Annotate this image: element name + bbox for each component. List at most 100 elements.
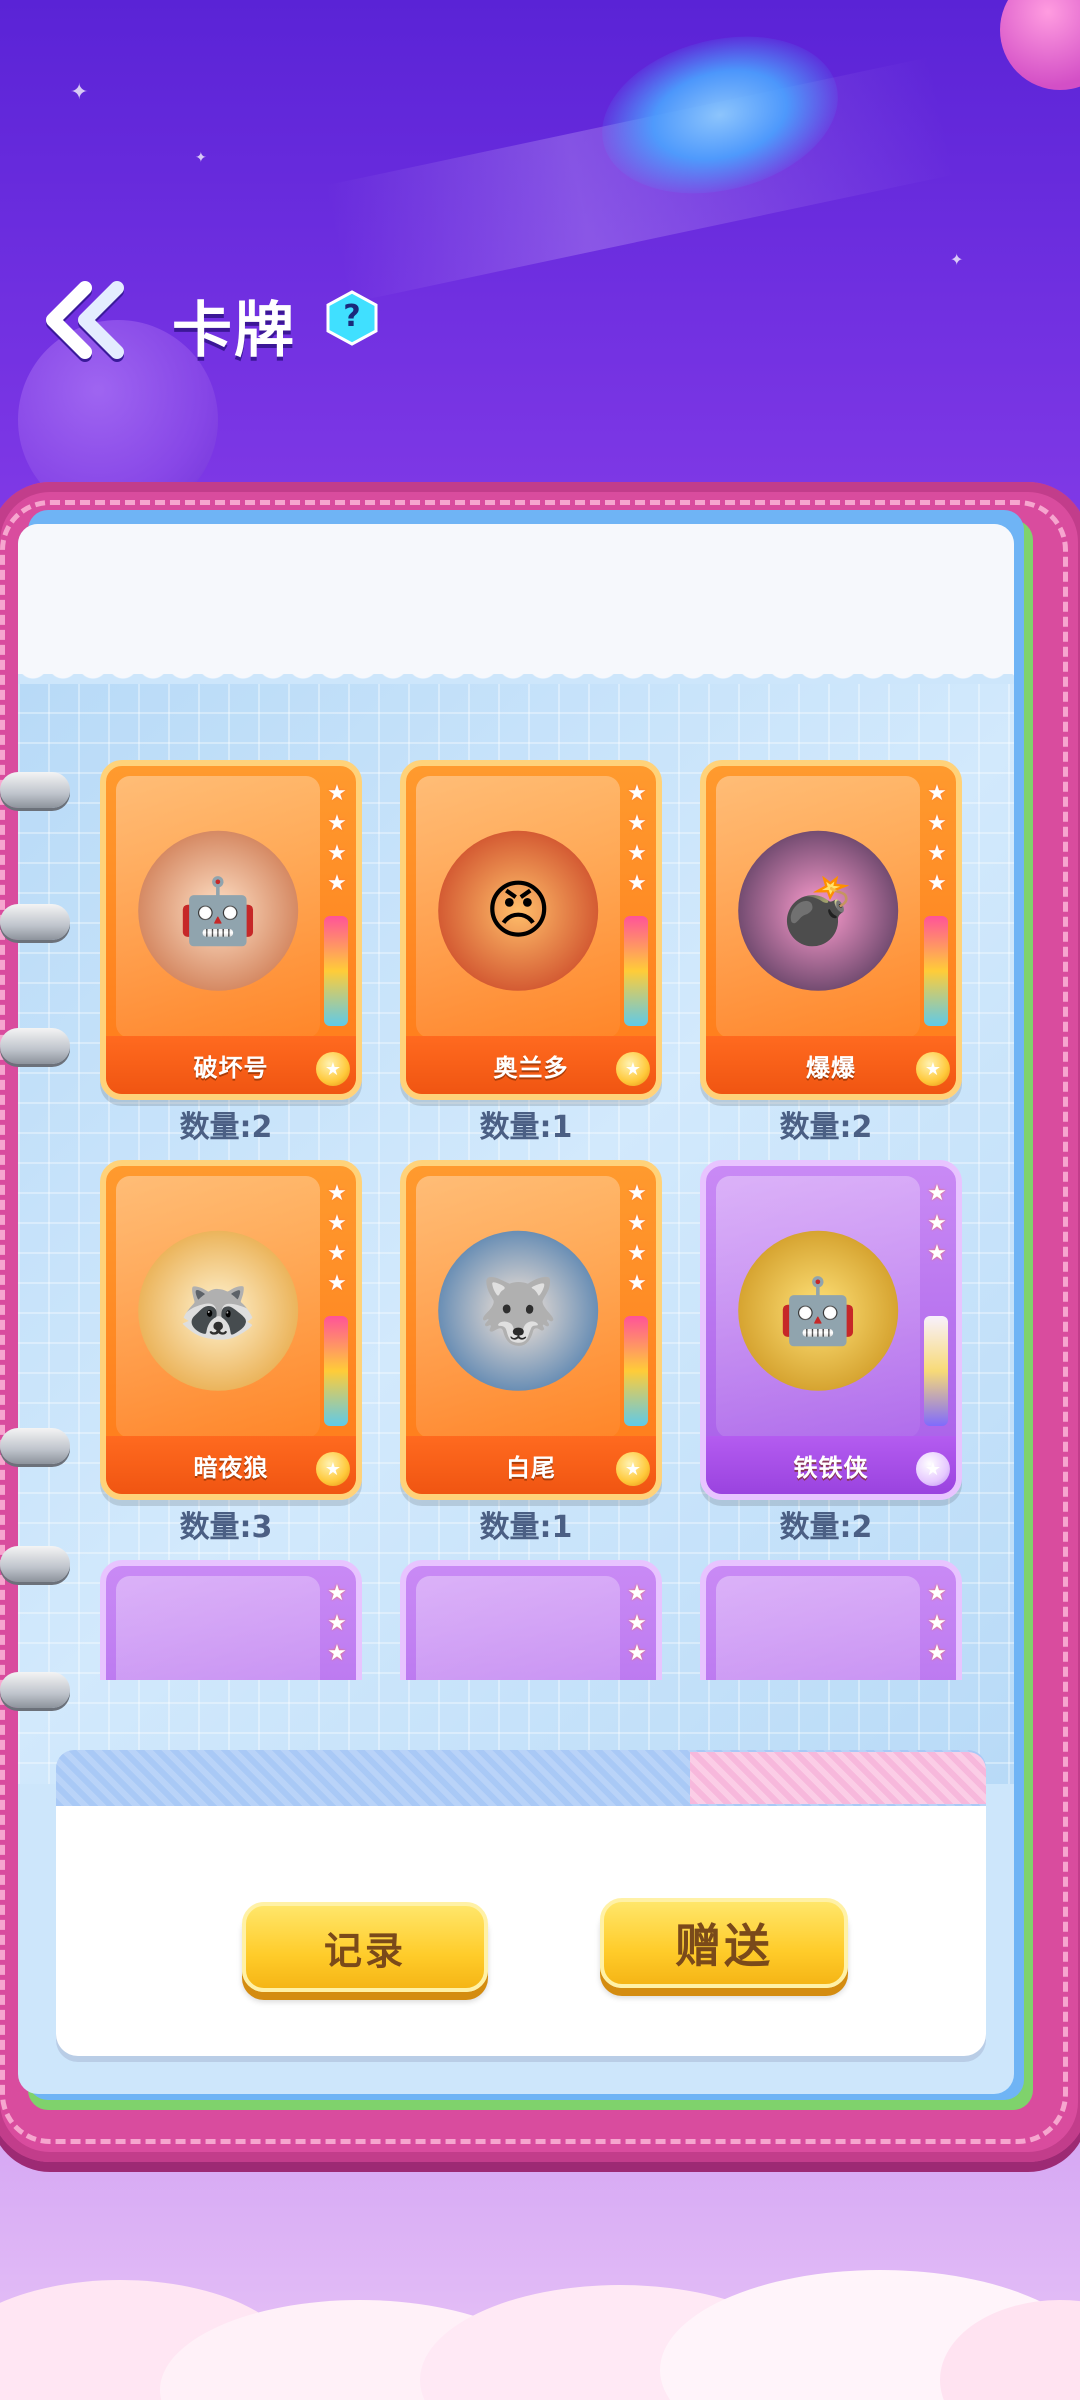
card-item[interactable]: 🦝 ★ ★ ★ ★ 暗夜狼 ★ [100, 1160, 362, 1500]
star-icon: ★ [627, 1581, 647, 1606]
card-art [716, 1576, 920, 1680]
help-label: ? [343, 299, 361, 334]
star-icon: ★ [627, 811, 647, 836]
card-count: 数量:1 [479, 1510, 573, 1545]
star-icon: ✦ [70, 80, 89, 105]
binder-ring [0, 1672, 70, 1708]
star-icon: ★ [327, 811, 347, 836]
star-medal-icon: ★ [316, 1452, 350, 1486]
card-name: 铁铁侠 [793, 1453, 869, 1482]
star-icon: ✦ [195, 150, 207, 166]
card-stars: ★ ★ ★ [622, 1580, 652, 1668]
card-art [416, 1576, 620, 1680]
page-header-area [18, 524, 1014, 674]
star-medal-icon: ★ [916, 1452, 950, 1486]
card-count: 数量:3 [179, 1510, 273, 1545]
star-icon: ★ [327, 1641, 347, 1666]
binder-ring [0, 1428, 70, 1464]
star-icon: ✦ [950, 250, 964, 269]
back-button[interactable] [36, 278, 132, 362]
star-icon: ★ [627, 1181, 647, 1206]
star-icon: ★ [627, 841, 647, 866]
blue-wolf-icon: 🐺 [438, 1230, 599, 1391]
star-icon: ★ [927, 781, 947, 806]
star-icon: ★ [627, 781, 647, 806]
card-name: 暗夜狼 [193, 1453, 269, 1482]
clouds-decor [0, 2270, 1080, 2400]
card-item[interactable]: 💣 ★ ★ ★ ★ 爆爆 ★ [700, 760, 962, 1100]
card-item[interactable]: 🤖 ★ ★ ★ 铁铁侠 ★ [700, 1160, 962, 1500]
card-art [116, 1576, 320, 1680]
star-icon: ★ [627, 1611, 647, 1636]
star-icon: ★ [327, 1611, 347, 1636]
gift-button-label: 赠送 [675, 1919, 773, 1973]
bottom-panel [56, 1766, 986, 2056]
card-name: 爆爆 [806, 1053, 856, 1082]
card-item[interactable]: 👾 ★★★ [700, 1560, 962, 1680]
card-item[interactable]: 👤 ★★★ [400, 1560, 662, 1680]
star-icon: ★ [327, 1241, 347, 1266]
card-item[interactable]: 🤖 ★ ★ ★ ★ 破坏号 ★ [100, 760, 362, 1100]
card-stars: ★ ★ ★ ★ [322, 1180, 352, 1298]
star-icon: ★ [327, 871, 347, 896]
star-icon: ★ [327, 1211, 347, 1236]
card-stripe-decor [324, 916, 348, 1026]
page-title: 卡牌 [172, 296, 296, 366]
card-name: 奥兰多 [493, 1053, 569, 1082]
card-count: 数量:2 [179, 1110, 273, 1145]
star-icon: ★ [927, 1581, 947, 1606]
masked-raccoon-icon: 🦝 [138, 1230, 299, 1391]
card-count: 数量:2 [779, 1510, 873, 1545]
card-stripe-decor [624, 916, 648, 1026]
card-count: 数量:2 [779, 1110, 873, 1145]
record-button-label: 记录 [323, 1928, 406, 1973]
robot-ship-icon: 🤖 [138, 830, 299, 991]
star-icon: ★ [627, 1211, 647, 1236]
gift-button[interactable]: 赠送 [600, 1898, 848, 1988]
card-stars: ★ ★ ★ ★ [922, 780, 952, 898]
card-name: 白尾 [506, 1453, 556, 1482]
star-icon: ★ [927, 1211, 947, 1236]
card-stars: ★ ★ ★ [322, 1580, 352, 1668]
star-icon: ★ [327, 841, 347, 866]
star-icon: ★ [927, 811, 947, 836]
star-icon: ★ [627, 1271, 647, 1296]
game-screen: ✦ ✦ ✦ 卡牌 ? 🤖 ★ ★ ★ ★ 破坏号 ★ 数量:2 😠 ★ ★ ★ … [0, 0, 1080, 2400]
card-count: 数量:1 [479, 1110, 573, 1145]
binder-ring [0, 772, 70, 808]
star-medal-icon: ★ [316, 1052, 350, 1086]
star-medal-icon: ★ [916, 1052, 950, 1086]
star-icon: ★ [927, 841, 947, 866]
record-button[interactable]: 记录 [242, 1902, 488, 1992]
card-item[interactable]: ⛑ ★★★ [100, 1560, 362, 1680]
card-stars: ★ ★ ★ ★ [622, 1180, 652, 1298]
star-medal-icon: ★ [616, 1452, 650, 1486]
card-stars: ★ ★ ★ [922, 1180, 952, 1268]
panel-tape-strip-pink [690, 1752, 986, 1804]
fire-beard-warrior-icon: 😠 [438, 830, 599, 991]
star-icon: ★ [927, 871, 947, 896]
star-icon: ★ [627, 1641, 647, 1666]
card-name: 破坏号 [193, 1053, 269, 1082]
card-stripe-decor [924, 1316, 948, 1426]
card-stripe-decor [924, 916, 948, 1026]
star-icon: ★ [927, 1241, 947, 1266]
card-item[interactable]: 🐺 ★ ★ ★ ★ 白尾 ★ [400, 1160, 662, 1500]
binder-ring [0, 1546, 70, 1582]
star-icon: ★ [627, 871, 647, 896]
card-stars: ★ ★ ★ ★ [622, 780, 652, 898]
card-grid: 🤖 ★ ★ ★ ★ 破坏号 ★ 数量:2 😠 ★ ★ ★ ★ 奥兰多 ★ 数量:1 💣 ★ ★… [100, 760, 1000, 1680]
bomb-monster-icon: 💣 [738, 830, 899, 991]
star-icon: ★ [327, 781, 347, 806]
star-icon: ★ [327, 1181, 347, 1206]
double-chevron-left-icon [46, 281, 124, 359]
card-stars: ★ ★ ★ [922, 1580, 952, 1668]
star-icon: ★ [927, 1611, 947, 1636]
binder-ring [0, 904, 70, 940]
card-stripe-decor [624, 1316, 648, 1426]
star-medal-icon: ★ [616, 1052, 650, 1086]
help-button[interactable]: ? [324, 290, 380, 346]
star-icon: ★ [327, 1581, 347, 1606]
card-item[interactable]: 😠 ★ ★ ★ ★ 奥兰多 ★ [400, 760, 662, 1100]
card-stars: ★ ★ ★ ★ [322, 780, 352, 898]
